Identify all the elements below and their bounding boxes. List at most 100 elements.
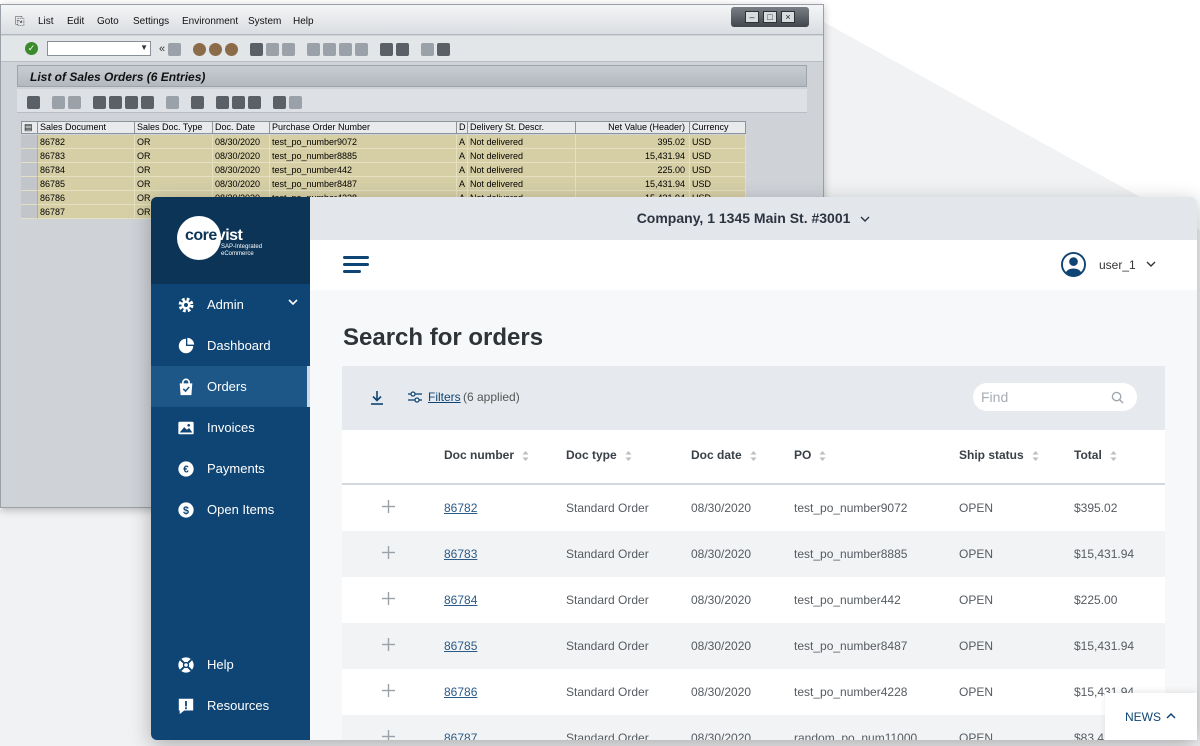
- print-icon[interactable]: [250, 42, 264, 56]
- select-all-icon[interactable]: [52, 95, 65, 109]
- company-selector[interactable]: Company, 1 1345 Main St. #3001: [310, 210, 1197, 226]
- sap-grid-row[interactable]: 86784 OR 08/30/2020 test_po_number442 A Not d…: [21, 163, 746, 177]
- download-icon[interactable]: [370, 390, 384, 406]
- sidebar-item-orders[interactable]: Orders: [151, 366, 310, 407]
- expand-plus-icon[interactable]: [382, 546, 395, 559]
- sidebar-item-payments[interactable]: € Payments: [151, 448, 310, 489]
- sap-col-sales-document[interactable]: Sales Document: [38, 121, 135, 134]
- sort-descending-icon[interactable]: [109, 95, 122, 109]
- layout-change-icon[interactable]: [273, 95, 286, 109]
- sap-grid-row[interactable]: 86783 OR 08/30/2020 test_po_number8885 A Not …: [21, 149, 746, 163]
- col-doc-type[interactable]: Doc type: [566, 448, 632, 462]
- sap-cell-row-selector[interactable]: [21, 135, 38, 149]
- last-page-icon[interactable]: [355, 42, 369, 56]
- sap-menu-icon[interactable]: ⎘: [15, 15, 29, 27]
- chevron-down-icon[interactable]: [1146, 260, 1156, 268]
- print-preview-icon[interactable]: [216, 95, 229, 109]
- sap-menu-system[interactable]: System: [248, 16, 281, 27]
- total-icon[interactable]: [141, 95, 154, 109]
- sap-col-delivery-code[interactable]: D: [457, 121, 468, 134]
- logo[interactable]: corevist: [185, 227, 243, 245]
- filter-icon[interactable]: [125, 95, 138, 109]
- sidebar-item-help[interactable]: Help: [151, 644, 310, 685]
- find-icon[interactable]: [266, 42, 280, 56]
- chevron-down-icon[interactable]: ▼: [140, 43, 148, 52]
- user-avatar-icon[interactable]: [1061, 252, 1086, 277]
- expand-plus-icon[interactable]: [382, 638, 395, 651]
- sidebar-item-open-items[interactable]: $ Open Items: [151, 489, 310, 530]
- sap-col-net-value[interactable]: Net Value (Header): [576, 121, 690, 134]
- sap-cell-row-selector[interactable]: [21, 191, 38, 205]
- sap-cell-row-selector[interactable]: [21, 163, 38, 177]
- prev-page-icon[interactable]: [323, 42, 337, 56]
- doc-number-link[interactable]: 86787: [444, 731, 477, 740]
- sap-grid-row[interactable]: 86782 OR 08/30/2020 test_po_number9072 A Not …: [21, 135, 746, 149]
- col-total[interactable]: Total: [1074, 448, 1117, 462]
- back-double-icon[interactable]: «: [159, 43, 165, 55]
- deselect-all-icon[interactable]: [68, 95, 81, 109]
- back-icon[interactable]: [193, 42, 207, 56]
- expand-plus-icon[interactable]: [382, 500, 395, 513]
- find-next-icon[interactable]: [282, 42, 296, 56]
- sap-col-sales-doc-type[interactable]: Sales Doc. Type: [135, 121, 213, 134]
- refresh-icon[interactable]: [166, 95, 179, 109]
- enter-check-icon[interactable]: ✓: [25, 42, 38, 55]
- first-page-icon[interactable]: [307, 42, 321, 56]
- details-icon[interactable]: [27, 95, 40, 109]
- sidebar-item-dashboard[interactable]: Dashboard: [151, 325, 310, 366]
- help-icon[interactable]: [421, 42, 435, 56]
- grid-layout-icon[interactable]: ▤: [21, 121, 38, 134]
- new-session-icon[interactable]: [380, 42, 394, 56]
- graphic-icon[interactable]: [248, 95, 261, 109]
- sap-menu-help[interactable]: Help: [293, 16, 314, 27]
- sap-col-po-number[interactable]: Purchase Order Number: [270, 121, 457, 134]
- sidebar-item-resources[interactable]: Resources: [151, 685, 310, 726]
- doc-number-link[interactable]: 86786: [444, 685, 477, 699]
- news-button[interactable]: NEWS: [1105, 693, 1197, 740]
- sap-col-delivery-descr[interactable]: Delivery St. Descr.: [468, 121, 576, 134]
- search-icon[interactable]: [1111, 391, 1124, 404]
- doc-number-link[interactable]: 86784: [444, 593, 477, 607]
- exit-icon[interactable]: [209, 42, 223, 56]
- hamburger-menu-icon[interactable]: [343, 256, 369, 274]
- sidebar-item-invoices[interactable]: Invoices: [151, 407, 310, 448]
- chevron-down-icon[interactable]: [288, 297, 298, 307]
- next-page-icon[interactable]: [339, 42, 353, 56]
- expand-plus-icon[interactable]: [382, 684, 395, 697]
- doc-number-link[interactable]: 86785: [444, 639, 477, 653]
- sap-cell-row-selector[interactable]: [21, 205, 38, 219]
- sap-menu-list[interactable]: List: [38, 16, 54, 27]
- username[interactable]: user_1: [1099, 258, 1136, 272]
- filters-link[interactable]: Filters: [428, 390, 461, 404]
- expand-plus-icon[interactable]: [382, 592, 395, 605]
- sap-menu-goto[interactable]: Goto: [97, 16, 119, 27]
- layout-icon[interactable]: [437, 42, 451, 56]
- sliders-icon[interactable]: [408, 390, 422, 404]
- minimize-icon[interactable]: –: [745, 11, 759, 23]
- sap-grid-row[interactable]: 86785 OR 08/30/2020 test_po_number8487 A Not …: [21, 177, 746, 191]
- sap-cell-row-selector[interactable]: [21, 149, 38, 163]
- layout-select-icon[interactable]: [289, 95, 302, 109]
- sap-command-field[interactable]: ▼: [47, 41, 151, 56]
- sap-menu-environment[interactable]: Environment: [182, 16, 238, 27]
- expand-plus-icon[interactable]: [382, 730, 395, 740]
- maximize-icon[interactable]: □: [763, 11, 777, 23]
- sap-col-doc-date[interactable]: Doc. Date: [213, 121, 270, 134]
- shortcut-icon[interactable]: [396, 42, 410, 56]
- col-po[interactable]: PO: [794, 448, 826, 462]
- export-icon[interactable]: [191, 95, 204, 109]
- col-doc-date[interactable]: Doc date: [691, 448, 757, 462]
- save-icon[interactable]: [168, 42, 182, 56]
- sort-ascending-icon[interactable]: [93, 95, 106, 109]
- sap-cell-row-selector[interactable]: [21, 177, 38, 191]
- doc-number-link[interactable]: 86782: [444, 501, 477, 515]
- sap-menu-settings[interactable]: Settings: [133, 16, 169, 27]
- doc-number-link[interactable]: 86783: [444, 547, 477, 561]
- col-ship-status[interactable]: Ship status: [959, 448, 1039, 462]
- col-doc-number[interactable]: Doc number: [444, 448, 529, 462]
- close-icon[interactable]: ×: [781, 11, 795, 23]
- cancel-icon[interactable]: [225, 42, 239, 56]
- sap-col-currency[interactable]: Currency: [690, 121, 746, 134]
- sap-menu-edit[interactable]: Edit: [67, 16, 84, 27]
- sidebar-item-admin[interactable]: Admin: [151, 284, 310, 325]
